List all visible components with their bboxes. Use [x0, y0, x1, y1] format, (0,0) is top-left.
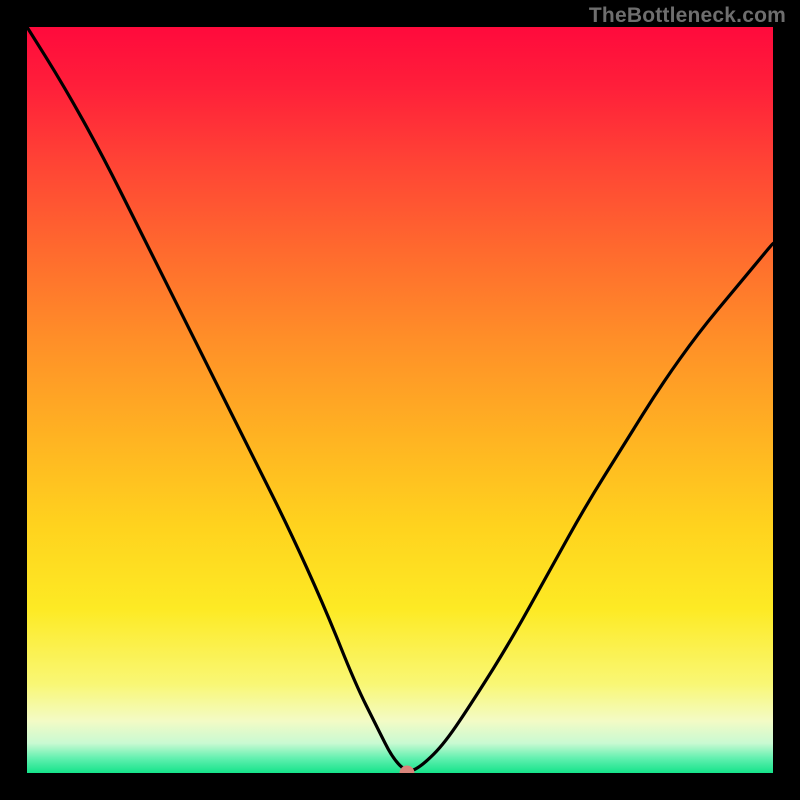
plot-area: [27, 27, 773, 773]
chart-frame: TheBottleneck.com: [0, 0, 800, 800]
watermark-text: TheBottleneck.com: [589, 4, 786, 28]
bottleneck-curve: [27, 27, 773, 773]
